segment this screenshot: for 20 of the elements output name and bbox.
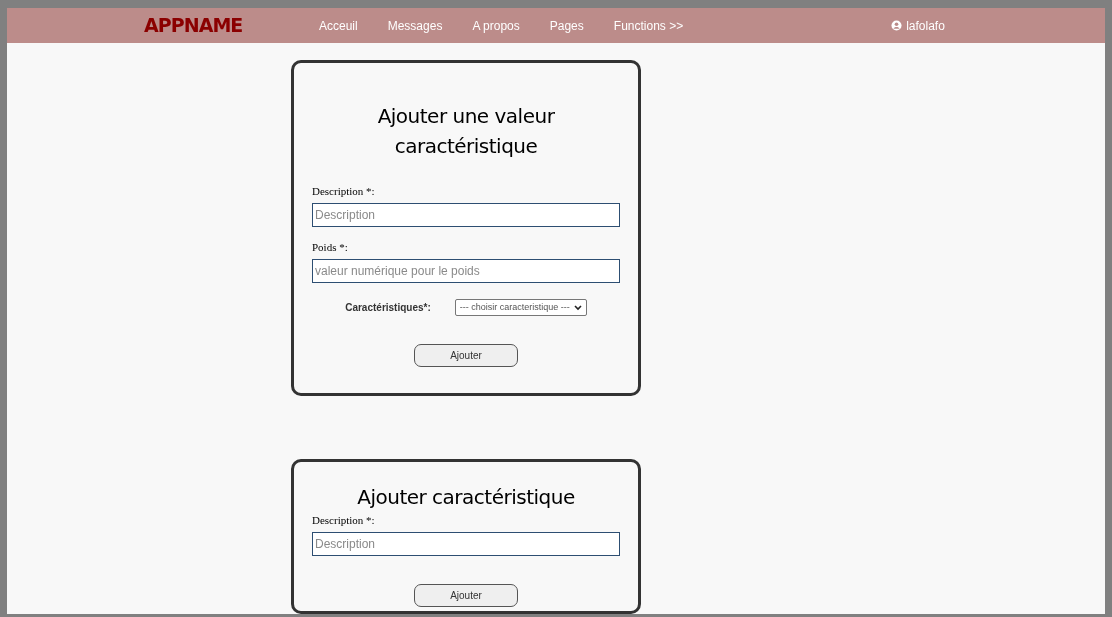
- field-label: Description *:: [312, 184, 375, 199]
- nav-link[interactable]: Functions >>: [613, 16, 684, 35]
- user-menu[interactable]: lafolafo: [891, 16, 945, 35]
- text-field[interactable]: Description: [312, 532, 620, 556]
- user-icon: [891, 20, 903, 31]
- nav-link[interactable]: A propos: [472, 16, 520, 35]
- nav-link[interactable]: Messages: [387, 16, 443, 35]
- field-label: Caractéristiques*:: [345, 301, 431, 315]
- submit-button[interactable]: Ajouter: [414, 584, 518, 607]
- text-field[interactable]: Description: [312, 203, 620, 227]
- text-field[interactable]: valeur numérique pour le poids: [312, 259, 620, 283]
- select-dropdown[interactable]: --- choisir caracteristique ---: [454, 299, 587, 316]
- field-label: Description *:: [312, 513, 375, 528]
- form-title: Ajouter une valeur caractéristique: [376, 103, 556, 160]
- form-title: Ajouter caractéristique: [357, 484, 575, 511]
- nav-link[interactable]: Acceuil: [319, 16, 358, 35]
- chevron-down-icon: [573, 304, 582, 311]
- field-label: Poids *:: [312, 240, 348, 255]
- nav-link[interactable]: Pages: [549, 16, 584, 35]
- submit-button[interactable]: Ajouter: [414, 344, 518, 367]
